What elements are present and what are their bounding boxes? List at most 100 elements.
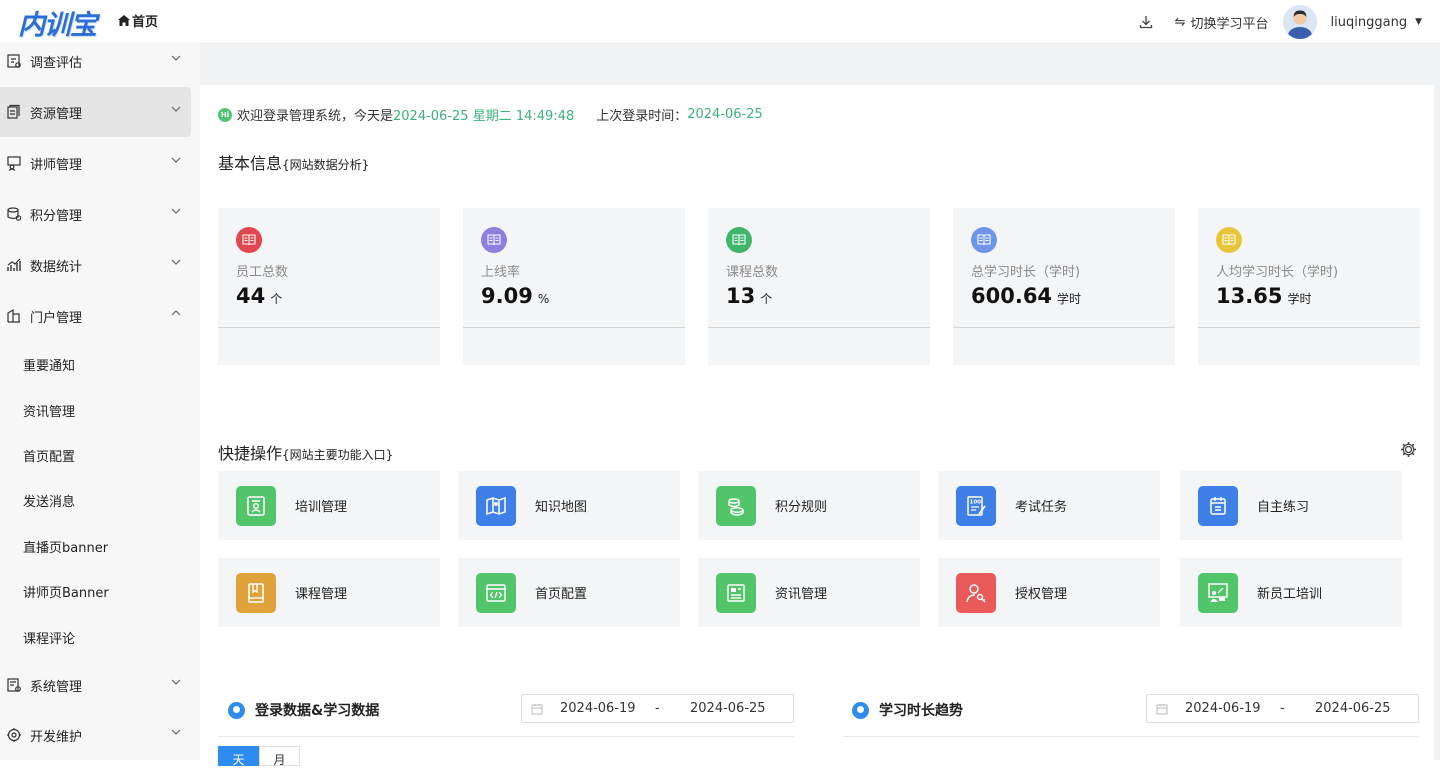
avatar[interactable] xyxy=(1282,5,1317,39)
sidebar-item-points[interactable]: 积分管理 xyxy=(0,189,191,239)
sidebar-item-devops[interactable]: 开发维护 xyxy=(0,710,191,760)
divider xyxy=(463,327,685,328)
tab-month[interactable]: 月 xyxy=(259,746,300,767)
teacher-icon xyxy=(7,156,21,171)
chevron-up-icon xyxy=(171,310,181,316)
sidebar-item-system[interactable]: 系统管理 xyxy=(0,660,191,710)
chevron-down-icon xyxy=(171,106,181,112)
stats-icon xyxy=(7,258,21,271)
quick-action-label: 自主练习 xyxy=(1257,500,1310,515)
calendar-icon xyxy=(531,704,543,715)
quick-action-exam-tasks[interactable]: 100 考试任务 xyxy=(938,471,1160,540)
divider xyxy=(218,736,794,737)
hi-icon: Hi xyxy=(218,107,232,122)
book-icon xyxy=(726,227,752,253)
sidebar-subitem-send-message[interactable]: 发送消息 xyxy=(23,491,75,510)
home-link[interactable]: 首页 xyxy=(118,11,158,30)
swap-icon: ⇋ xyxy=(1174,14,1186,30)
stat-label: 人均学习时长（学时) xyxy=(1216,265,1339,280)
stat-label: 总学习时长（学时) xyxy=(971,265,1081,280)
quick-action-label: 考试任务 xyxy=(1015,500,1068,515)
sidebar-item-portal[interactable]: 门户管理 xyxy=(0,291,191,341)
quick-action-points-rules[interactable]: 积分规则 xyxy=(698,471,920,540)
quick-action-label: 知识地图 xyxy=(535,500,588,515)
system-icon xyxy=(7,678,21,692)
gear-icon[interactable] xyxy=(1400,441,1417,458)
sidebar-item-label: 调查评估 xyxy=(30,55,83,71)
tab-day[interactable]: 天 xyxy=(218,746,259,767)
divider xyxy=(953,327,1175,328)
quick-action-label: 资讯管理 xyxy=(775,587,828,602)
divider xyxy=(218,327,440,328)
chart-dot-icon xyxy=(228,701,245,719)
sidebar-item-label: 资源管理 xyxy=(30,106,83,122)
quick-action-homepage-config[interactable]: 首页配置 xyxy=(458,558,680,627)
divider xyxy=(708,327,930,328)
date-end[interactable]: 2024-06-25 xyxy=(690,701,766,716)
book-icon xyxy=(971,227,997,253)
sidebar-item-label: 数据统计 xyxy=(30,259,83,275)
welcome-bar: Hi 欢迎登录管理系统，今天是 2024-06-25 星期二 14:49:48 … xyxy=(218,105,763,124)
sidebar-subitem-notice[interactable]: 重要通知 xyxy=(23,355,75,374)
date-end[interactable]: 2024-06-25 xyxy=(1315,701,1391,716)
quick-action-knowledge-map[interactable]: 知识地图 xyxy=(458,471,680,540)
study-trend-chart-title: 学习时长趋势 xyxy=(852,700,963,720)
sidebar-item-label: 积分管理 xyxy=(30,208,83,224)
stat-card-total-hours: 总学习时长（学时) 600.64 学时 xyxy=(953,208,1175,365)
book-icon xyxy=(236,227,262,253)
stat-card-courses: 课程总数 13 个 xyxy=(708,208,930,365)
sidebar-item-label: 门户管理 xyxy=(30,310,83,326)
quick-action-label: 授权管理 xyxy=(1015,587,1068,602)
bookmark-icon xyxy=(236,572,276,613)
devops-icon xyxy=(7,728,21,742)
sidebar-item-label: 系统管理 xyxy=(30,679,83,695)
home-icon xyxy=(118,15,130,26)
period-tabs: 天 月 xyxy=(218,746,300,767)
portal-icon xyxy=(7,308,20,323)
sidebar-subitem-news[interactable]: 资讯管理 xyxy=(23,401,75,420)
trend-date-range-picker[interactable]: 2024-06-19 - 2024-06-25 xyxy=(1146,694,1419,723)
chevron-down-icon xyxy=(171,157,181,163)
quick-action-training[interactable]: 培训管理 xyxy=(218,471,440,540)
sidebar-item-label: 开发维护 xyxy=(30,729,83,745)
quick-action-course-mgmt[interactable]: 课程管理 xyxy=(218,558,440,627)
quick-action-label: 新员工培训 xyxy=(1257,587,1323,602)
coins-icon xyxy=(716,485,756,526)
chart-dot-icon xyxy=(852,701,869,719)
divider xyxy=(1198,327,1420,328)
resource-icon xyxy=(7,104,20,119)
chevron-down-icon xyxy=(171,55,181,61)
download-icon[interactable] xyxy=(1139,15,1153,29)
stat-label: 课程总数 xyxy=(726,265,779,280)
quick-action-label: 首页配置 xyxy=(535,587,588,602)
stat-value: 600.64 学时 xyxy=(971,284,1082,308)
scrollbar-track[interactable] xyxy=(1434,85,1440,760)
date-start[interactable]: 2024-06-19 xyxy=(1185,701,1261,716)
stat-value: 44 个 xyxy=(236,284,283,308)
quick-action-label: 培训管理 xyxy=(295,500,348,515)
divider xyxy=(843,736,1419,737)
sidebar-item-resource[interactable]: 资源管理 xyxy=(0,87,191,137)
stat-card-online-rate: 上线率 9.09% xyxy=(463,208,685,365)
caret-down-icon[interactable]: ▼ xyxy=(1415,17,1422,27)
sidebar-subitem-homepage-config[interactable]: 首页配置 xyxy=(23,446,75,465)
quick-actions-title: 快捷操作{网站主要功能入口} xyxy=(218,444,394,463)
basic-info-title: 基本信息{网站数据分析} xyxy=(218,154,370,173)
quick-action-authorization[interactable]: 授权管理 xyxy=(938,558,1160,627)
sidebar-item-stats[interactable]: 数据统计 xyxy=(0,240,191,290)
calendar-icon xyxy=(1198,485,1238,526)
quick-action-new-staff-training[interactable]: 新员工培训 xyxy=(1180,558,1402,627)
last-login-date: 2024-06-25 xyxy=(687,107,763,122)
sidebar-subitem-live-banner[interactable]: 直播页banner xyxy=(23,537,108,556)
username[interactable]: liuqinggang xyxy=(1331,15,1408,30)
date-start[interactable]: 2024-06-19 xyxy=(560,701,636,716)
quick-action-news-mgmt[interactable]: 资讯管理 xyxy=(698,558,920,627)
switch-platform-button[interactable]: ⇋ 切换学习平台 xyxy=(1175,13,1269,32)
login-date-range-picker[interactable]: 2024-06-19 - 2024-06-25 xyxy=(521,694,794,723)
sidebar-subitem-teacher-banner[interactable]: 讲师页Banner xyxy=(23,582,109,601)
sidebar-item-teacher[interactable]: 讲师管理 xyxy=(0,138,191,188)
sidebar-item-survey[interactable]: 调查评估 xyxy=(0,36,191,86)
sidebar-subitem-course-comment[interactable]: 课程评论 xyxy=(23,628,75,647)
quick-action-label: 积分规则 xyxy=(775,500,828,515)
quick-action-self-practice[interactable]: 自主练习 xyxy=(1180,471,1402,540)
